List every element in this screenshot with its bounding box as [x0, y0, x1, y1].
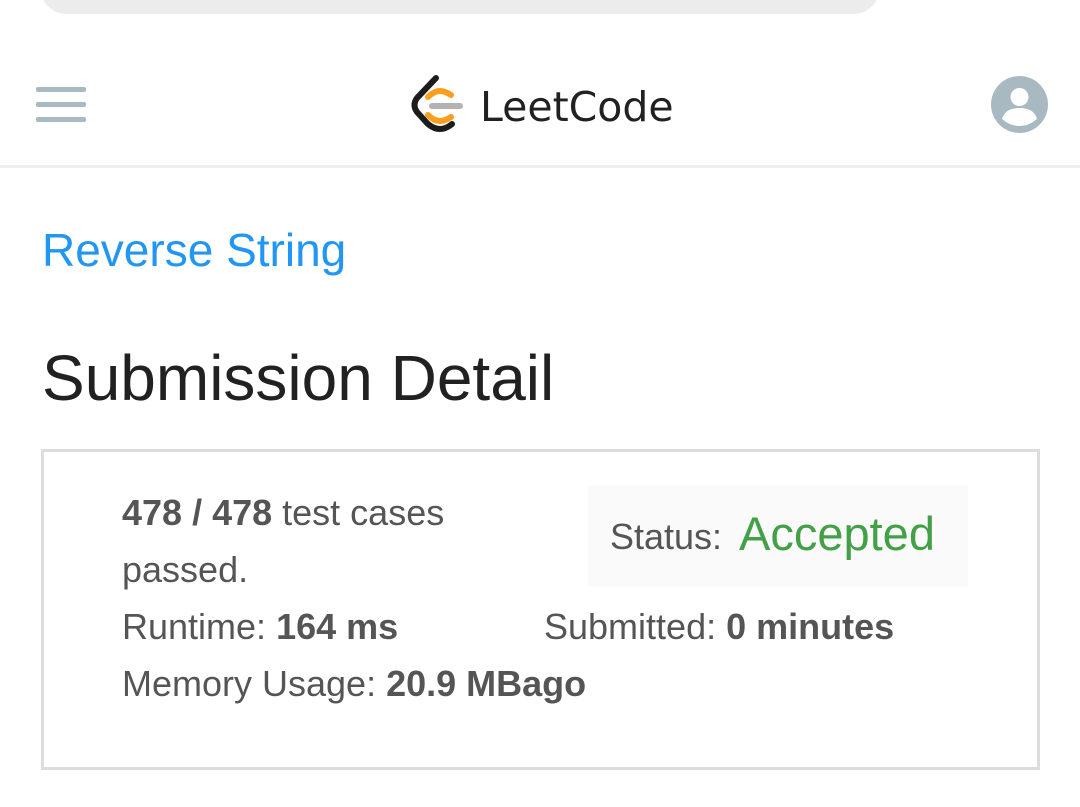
leetcode-logo-icon	[411, 75, 463, 132]
submitted-suffix: ago	[522, 663, 587, 704]
runtime-label: Runtime:	[122, 606, 267, 647]
brand-name: LeetCode	[480, 83, 674, 131]
user-avatar-icon[interactable]	[991, 76, 1048, 133]
status-accepted-badge[interactable]: Accepted	[739, 506, 935, 562]
submitted-row: Submitted: 0 minutes	[544, 605, 894, 649]
brand-home-link[interactable]: LeetCode	[408, 72, 674, 138]
top-navbar: LeetCode	[0, 40, 1080, 168]
memory-label: Memory Usage:	[122, 663, 377, 704]
memory-row: Memory Usage: 20.9 MBago	[122, 662, 586, 706]
memory-amount: 20.9 MB	[386, 663, 523, 704]
passed-suffix-line2: passed.	[122, 549, 249, 590]
hamburger-menu-icon[interactable]	[36, 87, 86, 123]
passed-count: 478 / 478	[122, 492, 273, 533]
runtime-row: Runtime: 164 ms	[122, 605, 398, 649]
submitted-label: Submitted:	[544, 606, 717, 647]
problem-title-link[interactable]: Reverse String	[42, 222, 346, 278]
page-title: Submission Detail	[42, 342, 555, 414]
status-box: Status: Accepted	[588, 485, 968, 587]
browser-address-bar[interactable]	[40, 0, 880, 14]
submission-detail-card: 478 / 478 test cases passed. Status: Acc…	[41, 449, 1040, 770]
test-cases-passed: 478 / 478 test cases	[122, 491, 444, 535]
status-label: Status:	[610, 516, 723, 557]
passed-suffix-line1: test cases	[282, 492, 445, 533]
submitted-value: 0 minutes	[726, 606, 895, 647]
runtime-value: 164 ms	[276, 606, 399, 647]
memory-value: 20.9 MBago	[386, 663, 586, 704]
